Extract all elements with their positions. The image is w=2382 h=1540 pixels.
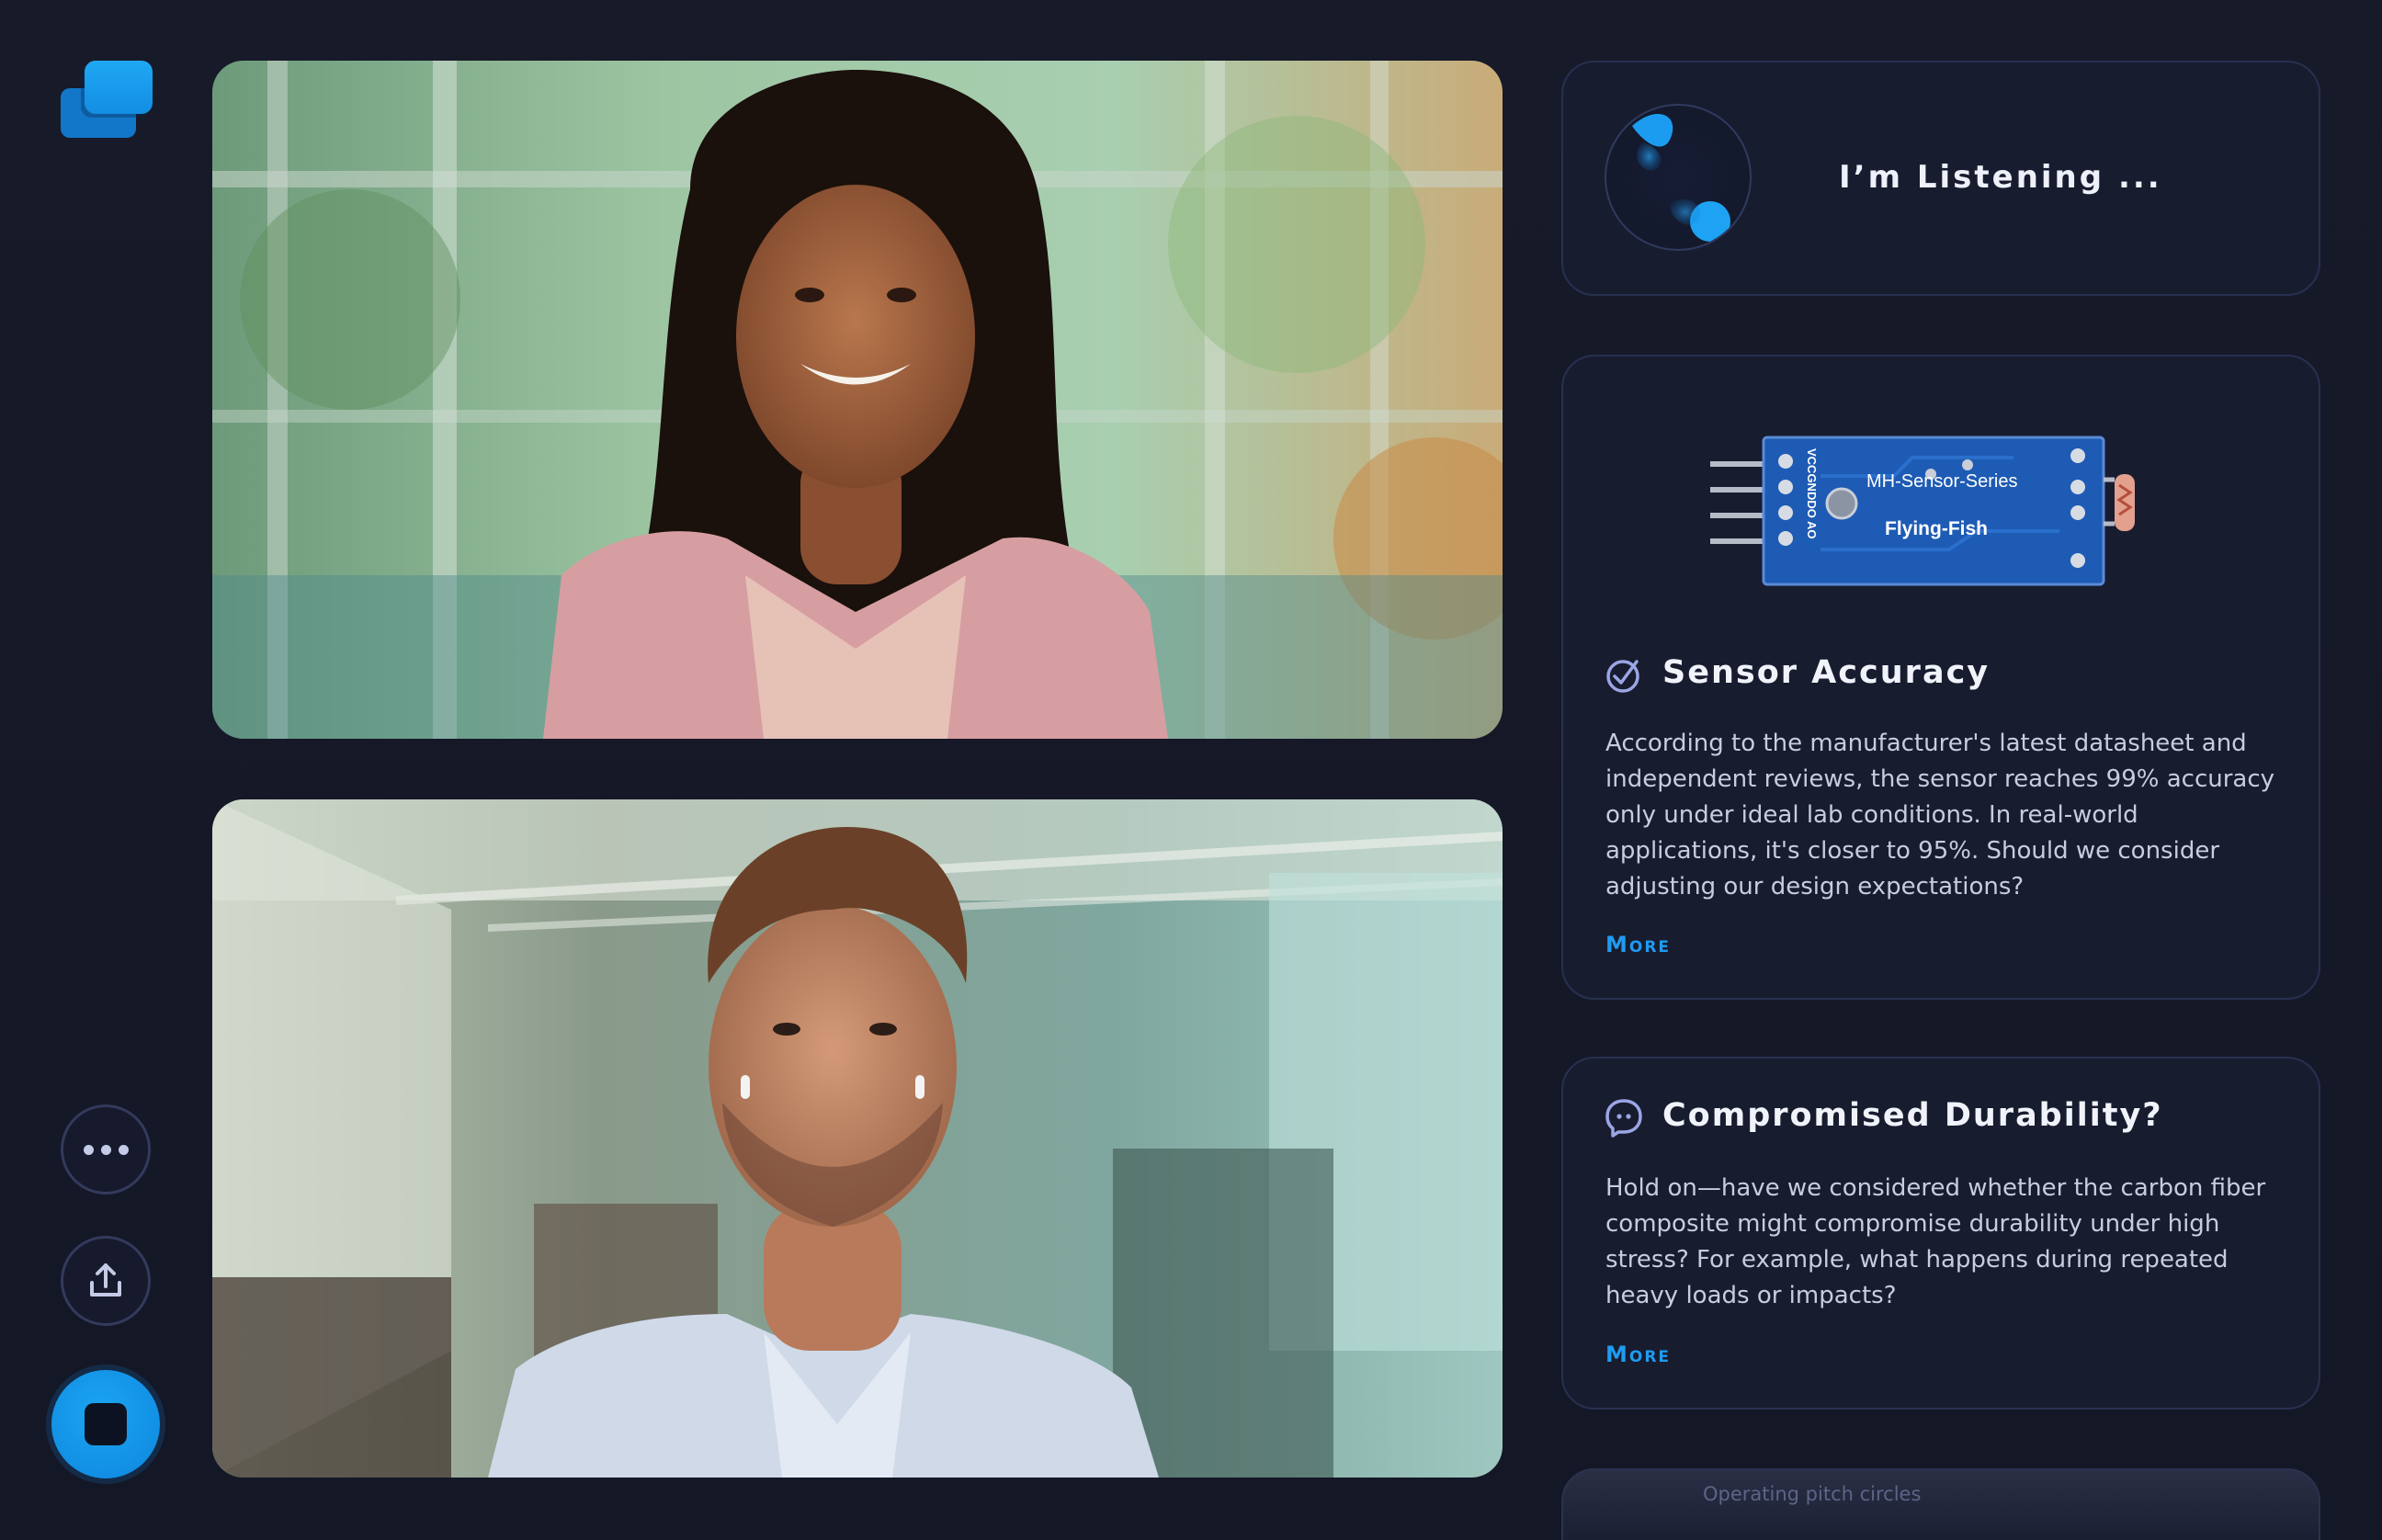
insight-card-sensor-accuracy[interactable]: MH-Sensor-Series Flying-Fish VCCGNDDO AO… — [1561, 355, 2320, 1000]
upload-icon — [90, 1263, 121, 1297]
insight-body: Hold on—have we considered whether the c… — [1605, 1174, 2266, 1309]
insight-title: Compromised Durability? — [1662, 1097, 2163, 1134]
sensor-pin-labels: VCCGNDDO AO — [1805, 448, 1819, 538]
ellipsis-icon — [83, 1144, 129, 1155]
sensor-module-image: MH-Sensor-Series Flying-Fish VCCGNDDO AO — [1710, 436, 2135, 586]
insight-title: Sensor Accuracy — [1662, 654, 1991, 691]
insight-card-next[interactable]: Operating pitch circles — [1561, 1468, 2320, 1540]
assistant-status-card: I’m Listening ... — [1561, 61, 2320, 296]
stop-icon — [85, 1403, 127, 1445]
target-check-icon — [1606, 660, 1639, 693]
insight-card-compromised-durability[interactable]: Compromised Durability? Hold on—have we … — [1561, 1057, 2320, 1410]
listening-status: I’m Listening ... — [1839, 159, 2162, 196]
app-logo — [61, 61, 153, 138]
listening-orb-icon — [1605, 104, 1752, 251]
more-options-button[interactable] — [61, 1104, 151, 1195]
video-tile-participant-2[interactable] — [212, 799, 1503, 1478]
participant-1-video-feed — [212, 61, 1503, 739]
sensor-label-brand: Flying-Fish — [1885, 518, 1988, 539]
stop-recording-button[interactable] — [51, 1370, 160, 1478]
logo-front-bubble — [85, 61, 153, 114]
next-card-preview-text: Operating pitch circles — [1703, 1483, 1922, 1505]
participant-2-video-feed — [212, 799, 1503, 1478]
video-tile-participant-1[interactable] — [212, 61, 1503, 739]
meeting-app: I’m Listening ... MH-Sensor-Series Flyin… — [0, 0, 2382, 1540]
chat-bubble-icon — [1605, 1099, 1642, 1138]
share-button[interactable] — [61, 1236, 151, 1326]
more-link[interactable]: More — [1605, 932, 1671, 957]
insight-body: According to the manufacturer's latest d… — [1605, 730, 2275, 900]
more-link[interactable]: More — [1605, 1342, 1671, 1367]
sensor-label-series: MH-Sensor-Series — [1866, 471, 2017, 492]
